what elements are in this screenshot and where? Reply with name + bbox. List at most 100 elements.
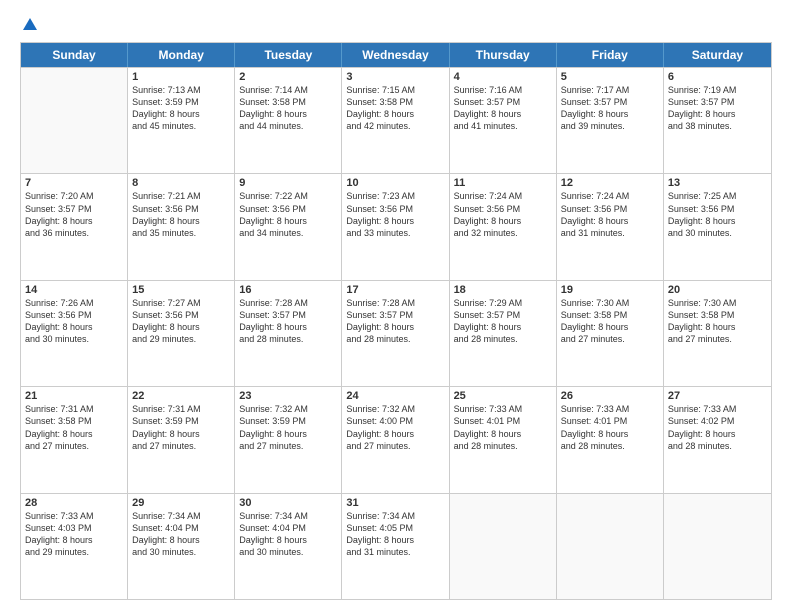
day-info: Sunrise: 7:19 AM Sunset: 3:57 PM Dayligh… (668, 84, 767, 133)
day-info: Sunrise: 7:20 AM Sunset: 3:57 PM Dayligh… (25, 190, 123, 239)
day-number: 9 (239, 177, 337, 189)
day-number: 7 (25, 177, 123, 189)
calendar-cell-empty-4-5 (557, 494, 664, 599)
calendar-cell-30: 30Sunrise: 7:34 AM Sunset: 4:04 PM Dayli… (235, 494, 342, 599)
day-number: 11 (454, 177, 552, 189)
calendar-body: 1Sunrise: 7:13 AM Sunset: 3:59 PM Daylig… (21, 67, 771, 599)
day-number: 31 (346, 497, 444, 509)
calendar-cell-2: 2Sunrise: 7:14 AM Sunset: 3:58 PM Daylig… (235, 68, 342, 173)
calendar: SundayMondayTuesdayWednesdayThursdayFrid… (20, 42, 772, 600)
calendar-cell-24: 24Sunrise: 7:32 AM Sunset: 4:00 PM Dayli… (342, 387, 449, 492)
calendar-cell-29: 29Sunrise: 7:34 AM Sunset: 4:04 PM Dayli… (128, 494, 235, 599)
header-day-monday: Monday (128, 43, 235, 67)
day-info: Sunrise: 7:33 AM Sunset: 4:03 PM Dayligh… (25, 510, 123, 559)
calendar-header: SundayMondayTuesdayWednesdayThursdayFrid… (21, 43, 771, 67)
day-number: 12 (561, 177, 659, 189)
day-number: 1 (132, 71, 230, 83)
header-day-wednesday: Wednesday (342, 43, 449, 67)
day-number: 20 (668, 284, 767, 296)
calendar-row-4: 28Sunrise: 7:33 AM Sunset: 4:03 PM Dayli… (21, 493, 771, 599)
day-info: Sunrise: 7:26 AM Sunset: 3:56 PM Dayligh… (25, 297, 123, 346)
day-number: 28 (25, 497, 123, 509)
header-day-saturday: Saturday (664, 43, 771, 67)
day-number: 21 (25, 390, 123, 402)
calendar-cell-10: 10Sunrise: 7:23 AM Sunset: 3:56 PM Dayli… (342, 174, 449, 279)
day-number: 16 (239, 284, 337, 296)
day-number: 25 (454, 390, 552, 402)
day-info: Sunrise: 7:21 AM Sunset: 3:56 PM Dayligh… (132, 190, 230, 239)
calendar-cell-15: 15Sunrise: 7:27 AM Sunset: 3:56 PM Dayli… (128, 281, 235, 386)
calendar-cell-18: 18Sunrise: 7:29 AM Sunset: 3:57 PM Dayli… (450, 281, 557, 386)
calendar-cell-empty-4-6 (664, 494, 771, 599)
calendar-cell-16: 16Sunrise: 7:28 AM Sunset: 3:57 PM Dayli… (235, 281, 342, 386)
calendar-cell-7: 7Sunrise: 7:20 AM Sunset: 3:57 PM Daylig… (21, 174, 128, 279)
day-info: Sunrise: 7:33 AM Sunset: 4:01 PM Dayligh… (561, 403, 659, 452)
day-info: Sunrise: 7:31 AM Sunset: 3:59 PM Dayligh… (132, 403, 230, 452)
day-info: Sunrise: 7:24 AM Sunset: 3:56 PM Dayligh… (454, 190, 552, 239)
day-info: Sunrise: 7:30 AM Sunset: 3:58 PM Dayligh… (561, 297, 659, 346)
day-info: Sunrise: 7:32 AM Sunset: 3:59 PM Dayligh… (239, 403, 337, 452)
header-day-friday: Friday (557, 43, 664, 67)
day-number: 18 (454, 284, 552, 296)
calendar-cell-27: 27Sunrise: 7:33 AM Sunset: 4:02 PM Dayli… (664, 387, 771, 492)
day-number: 17 (346, 284, 444, 296)
calendar-cell-28: 28Sunrise: 7:33 AM Sunset: 4:03 PM Dayli… (21, 494, 128, 599)
day-info: Sunrise: 7:29 AM Sunset: 3:57 PM Dayligh… (454, 297, 552, 346)
header (20, 18, 772, 34)
day-number: 13 (668, 177, 767, 189)
day-info: Sunrise: 7:16 AM Sunset: 3:57 PM Dayligh… (454, 84, 552, 133)
day-info: Sunrise: 7:33 AM Sunset: 4:01 PM Dayligh… (454, 403, 552, 452)
day-info: Sunrise: 7:33 AM Sunset: 4:02 PM Dayligh… (668, 403, 767, 452)
day-number: 30 (239, 497, 337, 509)
header-day-tuesday: Tuesday (235, 43, 342, 67)
day-number: 10 (346, 177, 444, 189)
calendar-cell-25: 25Sunrise: 7:33 AM Sunset: 4:01 PM Dayli… (450, 387, 557, 492)
calendar-cell-empty-0-0 (21, 68, 128, 173)
day-number: 26 (561, 390, 659, 402)
day-info: Sunrise: 7:28 AM Sunset: 3:57 PM Dayligh… (239, 297, 337, 346)
calendar-cell-9: 9Sunrise: 7:22 AM Sunset: 3:56 PM Daylig… (235, 174, 342, 279)
day-number: 2 (239, 71, 337, 83)
header-day-thursday: Thursday (450, 43, 557, 67)
day-info: Sunrise: 7:34 AM Sunset: 4:05 PM Dayligh… (346, 510, 444, 559)
day-info: Sunrise: 7:30 AM Sunset: 3:58 PM Dayligh… (668, 297, 767, 346)
calendar-cell-empty-4-4 (450, 494, 557, 599)
calendar-row-0: 1Sunrise: 7:13 AM Sunset: 3:59 PM Daylig… (21, 67, 771, 173)
calendar-cell-17: 17Sunrise: 7:28 AM Sunset: 3:57 PM Dayli… (342, 281, 449, 386)
calendar-row-1: 7Sunrise: 7:20 AM Sunset: 3:57 PM Daylig… (21, 173, 771, 279)
day-info: Sunrise: 7:34 AM Sunset: 4:04 PM Dayligh… (239, 510, 337, 559)
calendar-cell-1: 1Sunrise: 7:13 AM Sunset: 3:59 PM Daylig… (128, 68, 235, 173)
calendar-cell-14: 14Sunrise: 7:26 AM Sunset: 3:56 PM Dayli… (21, 281, 128, 386)
calendar-cell-19: 19Sunrise: 7:30 AM Sunset: 3:58 PM Dayli… (557, 281, 664, 386)
day-number: 3 (346, 71, 444, 83)
calendar-cell-23: 23Sunrise: 7:32 AM Sunset: 3:59 PM Dayli… (235, 387, 342, 492)
day-info: Sunrise: 7:22 AM Sunset: 3:56 PM Dayligh… (239, 190, 337, 239)
day-number: 23 (239, 390, 337, 402)
day-info: Sunrise: 7:31 AM Sunset: 3:58 PM Dayligh… (25, 403, 123, 452)
day-number: 24 (346, 390, 444, 402)
day-info: Sunrise: 7:17 AM Sunset: 3:57 PM Dayligh… (561, 84, 659, 133)
day-number: 15 (132, 284, 230, 296)
day-info: Sunrise: 7:13 AM Sunset: 3:59 PM Dayligh… (132, 84, 230, 133)
day-number: 29 (132, 497, 230, 509)
day-info: Sunrise: 7:25 AM Sunset: 3:56 PM Dayligh… (668, 190, 767, 239)
day-number: 19 (561, 284, 659, 296)
day-number: 22 (132, 390, 230, 402)
day-number: 8 (132, 177, 230, 189)
logo (20, 18, 39, 34)
day-info: Sunrise: 7:27 AM Sunset: 3:56 PM Dayligh… (132, 297, 230, 346)
calendar-cell-6: 6Sunrise: 7:19 AM Sunset: 3:57 PM Daylig… (664, 68, 771, 173)
day-info: Sunrise: 7:24 AM Sunset: 3:56 PM Dayligh… (561, 190, 659, 239)
calendar-cell-3: 3Sunrise: 7:15 AM Sunset: 3:58 PM Daylig… (342, 68, 449, 173)
calendar-cell-4: 4Sunrise: 7:16 AM Sunset: 3:57 PM Daylig… (450, 68, 557, 173)
day-number: 14 (25, 284, 123, 296)
day-number: 5 (561, 71, 659, 83)
calendar-cell-8: 8Sunrise: 7:21 AM Sunset: 3:56 PM Daylig… (128, 174, 235, 279)
calendar-cell-21: 21Sunrise: 7:31 AM Sunset: 3:58 PM Dayli… (21, 387, 128, 492)
calendar-cell-13: 13Sunrise: 7:25 AM Sunset: 3:56 PM Dayli… (664, 174, 771, 279)
day-info: Sunrise: 7:15 AM Sunset: 3:58 PM Dayligh… (346, 84, 444, 133)
day-info: Sunrise: 7:14 AM Sunset: 3:58 PM Dayligh… (239, 84, 337, 133)
day-info: Sunrise: 7:23 AM Sunset: 3:56 PM Dayligh… (346, 190, 444, 239)
day-info: Sunrise: 7:34 AM Sunset: 4:04 PM Dayligh… (132, 510, 230, 559)
calendar-row-3: 21Sunrise: 7:31 AM Sunset: 3:58 PM Dayli… (21, 386, 771, 492)
